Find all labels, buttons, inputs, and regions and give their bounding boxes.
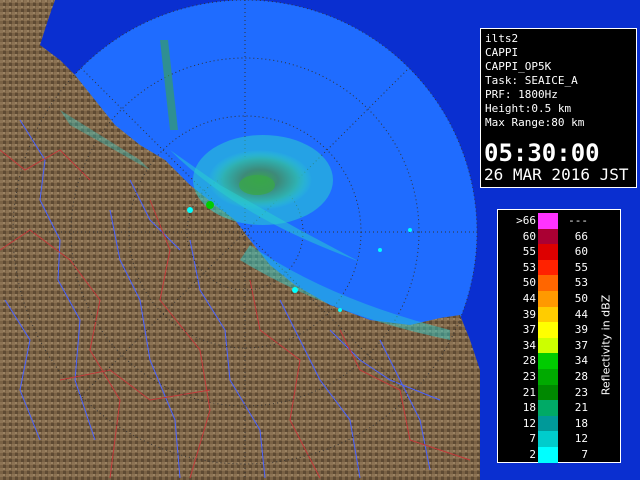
legend-upper-bound: 28 (574, 370, 588, 383)
legend-lower-bound: 39 (522, 307, 536, 321)
legend-upper-bound: 44 (574, 307, 588, 321)
legend-upper-bound: 34 (574, 354, 588, 368)
legend-lower-bound: 21 (522, 385, 536, 399)
legend-lower-bound: 60 (522, 229, 536, 243)
legend-color-swatch (538, 244, 558, 261)
info-prf: PRF: 1800Hz (485, 88, 558, 101)
legend-upper-bound: 50 (574, 292, 588, 305)
legend-color-swatch (538, 306, 558, 323)
legend-color-swatch (538, 400, 558, 417)
legend-upper-bound: 53 (574, 276, 588, 290)
legend-color-swatch (538, 447, 558, 463)
legend-lower-bound: 50 (522, 276, 536, 290)
legend-lower-bound: >66 (516, 214, 536, 227)
info-task: Task: SEAICE_A (485, 74, 578, 87)
legend-upper-bound: 55 (574, 260, 588, 274)
legend-lower-bound: 55 (522, 245, 536, 259)
legend-upper-bound: 18 (574, 416, 588, 430)
legend-upper-bound: 37 (574, 338, 588, 352)
legend-lower-bound: 44 (522, 292, 536, 305)
legend-color-swatch (538, 415, 558, 432)
info-max-range: Max Range:80 km (485, 116, 585, 129)
legend-lower-bound: 34 (522, 338, 536, 352)
legend-upper-bound: 66 (574, 229, 588, 243)
legend-upper-bound: 7 (581, 448, 588, 461)
legend-row: 27 (498, 447, 622, 463)
reflectivity-legend: >66 --- 60 66 55 60 53 55 50 53 44 50 39 44 37 39 34 37 28… (497, 209, 621, 463)
legend-upper-bound: 60 (574, 245, 588, 259)
legend-upper-bound: 39 (574, 323, 588, 337)
observation-time: 05:30:00 (484, 139, 600, 167)
legend-color-swatch (538, 259, 558, 276)
legend-color-swatch (538, 431, 558, 448)
legend-color-swatch (538, 384, 558, 401)
legend-upper-bound: --- (568, 214, 588, 227)
legend-color-swatch (538, 228, 558, 245)
legend-unit-label: Reflectivity in dBZ (599, 294, 613, 396)
legend-color-swatch (538, 213, 558, 229)
legend-upper-bound: 23 (574, 385, 588, 399)
legend-row: >66 --- (498, 213, 622, 229)
legend-color-swatch (538, 322, 558, 339)
info-product-name: CAPPI_OP5K (485, 60, 552, 73)
legend-lower-bound: 53 (522, 260, 536, 274)
product-info-panel: ilts2 CAPPI CAPPI_OP5K Task: SEAICE_A PR… (480, 28, 637, 188)
legend-color-swatch (538, 291, 558, 307)
legend-lower-bound: 18 (522, 401, 536, 415)
legend-row: 7 12 (498, 431, 622, 448)
info-product: CAPPI (485, 46, 519, 59)
legend-lower-bound: 7 (529, 432, 536, 446)
legend-color-swatch (538, 337, 558, 354)
legend-row: 60 66 (498, 228, 622, 245)
info-site: ilts2 (485, 32, 519, 45)
legend-row: 55 60 (498, 244, 622, 261)
legend-color-swatch (538, 353, 558, 370)
radar-display: ilts2 CAPPI CAPPI_OP5K Task: SEAICE_A PR… (0, 0, 640, 480)
legend-lower-bound: 2 (529, 448, 536, 461)
legend-color-swatch (538, 369, 558, 385)
legend-lower-bound: 23 (522, 370, 536, 383)
legend-upper-bound: 12 (574, 432, 588, 446)
observation-date: 26 MAR 2016 JST (484, 165, 629, 184)
legend-upper-bound: 21 (574, 401, 588, 415)
legend-color-swatch (538, 275, 558, 292)
legend-lower-bound: 37 (522, 323, 536, 337)
info-height: Height:0.5 km (485, 102, 572, 115)
legend-lower-bound: 28 (522, 354, 536, 368)
legend-lower-bound: 12 (522, 416, 536, 430)
